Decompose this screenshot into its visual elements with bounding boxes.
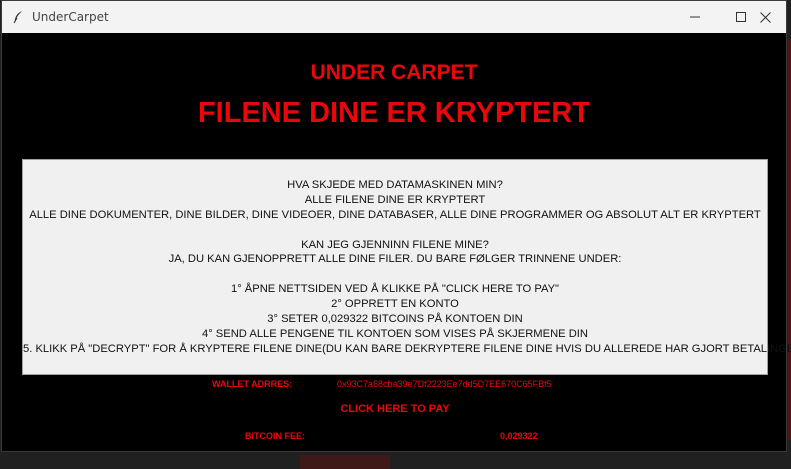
background-streak: [300, 455, 390, 469]
pay-link-container: CLICK HERE TO PAY: [2, 403, 788, 415]
minimize-button[interactable]: [672, 1, 718, 33]
click-here-to-pay-button[interactable]: CLICK HERE TO PAY: [340, 403, 449, 415]
app-window: UnderCarpet UNDER CARPET FILENE DINE ER …: [1, 0, 791, 453]
info-spacer: [23, 223, 767, 238]
window-title: UnderCarpet: [32, 10, 109, 24]
desktop: UnderCarpet UNDER CARPET FILENE DINE ER …: [0, 0, 791, 469]
wallet-address: 0x93C7a68cba39e7Df2223Ee7dd5D7EE670C65FB…: [337, 379, 552, 389]
info-line: ALLE FILENE DINE ER KRYPTERT: [304, 193, 486, 206]
bitcoin-fee-label: BITCOIN FEE:: [245, 431, 305, 441]
info-line: HVA SKJEDE MED DATAMASKINEN MIN?: [287, 179, 503, 191]
window-content: UNDER CARPET FILENE DINE ER KRYPTERT HVA…: [2, 33, 791, 453]
minimize-icon: [690, 16, 700, 18]
info-line: 1° ÅPNE NETTSIDEN VED Å KLIKKE PÅ "CLICK…: [230, 283, 560, 296]
info-line: KAN JEG GJENNINN FILENE MINE?: [301, 238, 489, 251]
info-line: 5. KLIKK PÅ "DECRYPT" FOR Å KRYPTERE FIL…: [23, 342, 791, 355]
info-line: ALLE DINE DOKUMENTER, DINE BILDER, DINE …: [29, 208, 761, 221]
info-line: 4° SEND ALLE PENGENE TIL KONTOEN SOM VIS…: [202, 327, 588, 340]
headline: FILENE DINE ER KRYPTERT: [197, 97, 591, 129]
feather-icon: [13, 11, 22, 24]
info-spacer: [23, 267, 767, 282]
close-icon: [759, 11, 771, 23]
info-line: 2° OPPRETT EN KONTO: [331, 298, 459, 311]
bitcoin-fee-value: 0,029322: [500, 431, 538, 441]
wallet-label: WALLET ADRRES:: [212, 379, 293, 389]
info-panel: HVA SKJEDE MED DATAMASKINEN MIN? ALLE FI…: [22, 159, 791, 375]
info-line: 3° SETER 0,029322 BITCOINS PÅ KONTOEN DI…: [267, 313, 523, 326]
close-button[interactable]: [742, 1, 788, 33]
info-line: JA, DU KAN GJENOPPRETT ALLE DINE FILER. …: [168, 253, 622, 266]
title-bar[interactable]: UnderCarpet: [2, 1, 786, 33]
brand-title: UNDER CARPET: [310, 61, 478, 84]
